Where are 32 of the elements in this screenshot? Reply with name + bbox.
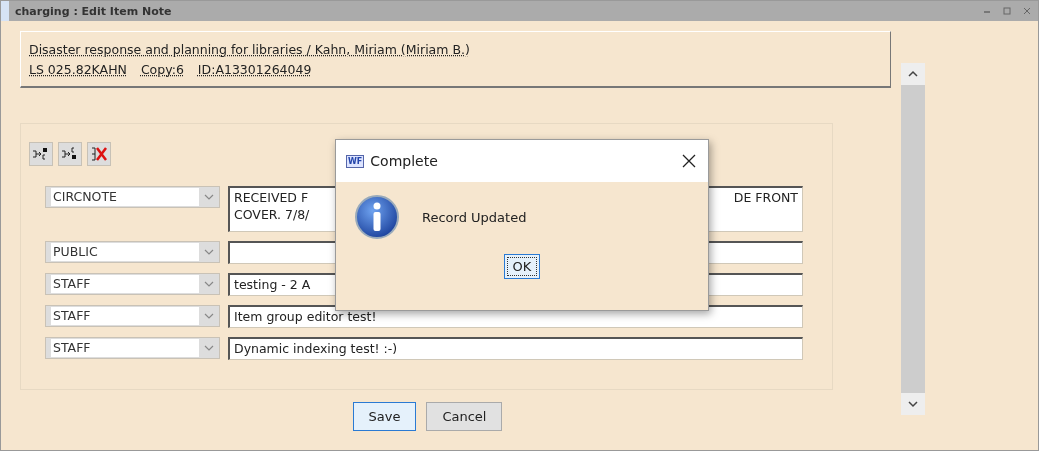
add-note-icon[interactable] — [29, 142, 53, 166]
note-type-dropdown[interactable]: STAFF — [45, 305, 220, 327]
item-id: ID:A13301264049 — [197, 61, 312, 79]
note-text: RECEIVED F COVER. 7/8/ — [234, 189, 310, 223]
note-text: testing - 2 A — [234, 276, 311, 293]
dialog-title: Complete — [370, 153, 439, 169]
note-type-dropdown[interactable]: STAFF — [45, 337, 220, 359]
window-title: charging : Edit Item Note — [14, 4, 173, 18]
window-icon — [1, 1, 9, 21]
note-text: DE FRONT — [733, 189, 798, 206]
close-icon[interactable] — [680, 152, 698, 170]
save-button[interactable]: Save — [352, 402, 417, 431]
info-icon — [354, 194, 400, 240]
maximize-icon[interactable] — [1002, 6, 1012, 16]
note-text: Item group editor test! — [234, 308, 377, 325]
ok-button[interactable]: OK — [503, 254, 541, 279]
note-type-dropdown[interactable]: PUBLIC — [45, 241, 220, 263]
note-text: Dynamic indexing test! :-) — [234, 340, 398, 357]
app-badge: WF — [346, 154, 365, 168]
insert-note-icon[interactable] — [58, 142, 82, 166]
scroll-down-icon[interactable] — [901, 393, 925, 415]
dialog-message: Record Updated — [422, 209, 527, 225]
call-number: LS 025.82KAHN — [29, 61, 127, 79]
note-type-dropdown[interactable]: STAFF — [45, 273, 220, 295]
cancel-button[interactable]: Cancel — [426, 402, 503, 431]
copy-number: Copy:6 — [140, 61, 184, 79]
note-type-dropdown[interactable]: CIRCNOTE — [45, 186, 220, 208]
scroll-up-icon[interactable] — [901, 63, 925, 85]
delete-note-icon[interactable] — [87, 142, 111, 166]
note-field[interactable]: Dynamic indexing test! :-) — [228, 337, 803, 360]
item-title: Disaster response and planning for libraries / Kahn, Miriam (Miriam B.) — [29, 42, 470, 57]
scrollbar[interactable] — [901, 63, 925, 415]
